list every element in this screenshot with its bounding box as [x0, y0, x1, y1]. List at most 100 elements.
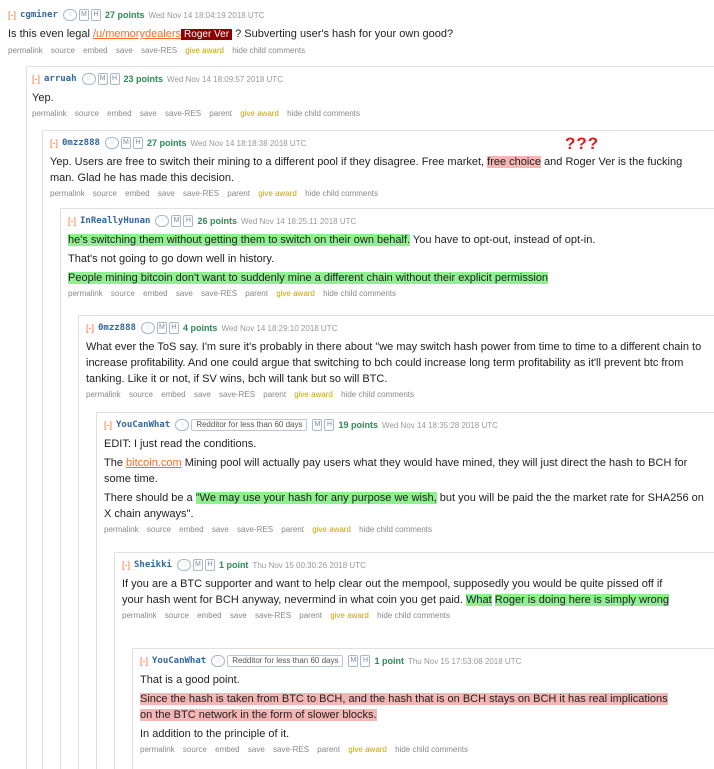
give-award-link[interactable]: give award: [185, 46, 224, 55]
give-award-link[interactable]: give award: [348, 745, 387, 754]
save-res-link[interactable]: save-RES: [255, 611, 291, 620]
hide-child-link[interactable]: hide child comments: [323, 289, 396, 298]
history-icon[interactable]: H: [324, 419, 335, 431]
collapse-toggle[interactable]: [-]: [50, 138, 58, 148]
hide-child-link[interactable]: hide child comments: [232, 46, 305, 55]
permalink-link[interactable]: permalink: [140, 745, 175, 754]
parent-link[interactable]: parent: [299, 611, 322, 620]
save-link[interactable]: save: [230, 611, 247, 620]
message-icon[interactable]: M: [348, 655, 359, 667]
save-res-link[interactable]: save-RES: [219, 390, 255, 399]
history-icon[interactable]: H: [183, 215, 194, 227]
hide-child-link[interactable]: hide child comments: [377, 611, 450, 620]
source-link[interactable]: source: [93, 189, 117, 198]
parent-link[interactable]: parent: [245, 289, 268, 298]
history-icon[interactable]: H: [360, 655, 371, 667]
chat-icon[interactable]: ◌: [155, 215, 170, 227]
author-link[interactable]: arruah: [44, 74, 77, 84]
source-link[interactable]: source: [165, 611, 189, 620]
save-res-link[interactable]: save-RES: [141, 46, 177, 55]
parent-link[interactable]: parent: [209, 109, 232, 118]
permalink-link[interactable]: permalink: [32, 109, 67, 118]
save-res-link[interactable]: save-RES: [237, 525, 273, 534]
give-award-link[interactable]: give award: [240, 109, 279, 118]
collapse-toggle[interactable]: [-]: [122, 560, 130, 570]
give-award-link[interactable]: give award: [258, 189, 297, 198]
message-icon[interactable]: M: [78, 9, 89, 21]
save-res-link[interactable]: save-RES: [201, 289, 237, 298]
save-res-link[interactable]: save-RES: [165, 109, 201, 118]
parent-link[interactable]: parent: [227, 189, 250, 198]
collapse-toggle[interactable]: [-]: [8, 10, 16, 20]
history-icon[interactable]: H: [204, 559, 215, 571]
message-icon[interactable]: M: [97, 73, 108, 85]
embed-link[interactable]: embed: [179, 525, 203, 534]
history-icon[interactable]: H: [109, 73, 120, 85]
embed-link[interactable]: embed: [197, 611, 221, 620]
collapse-toggle[interactable]: [-]: [104, 420, 112, 430]
chat-icon[interactable]: ◌: [176, 559, 191, 571]
parent-link[interactable]: parent: [263, 390, 286, 399]
chat-icon[interactable]: ◌: [140, 322, 155, 334]
source-link[interactable]: source: [75, 109, 99, 118]
save-link[interactable]: save: [248, 745, 265, 754]
author-link[interactable]: InReallyHunan: [80, 216, 150, 226]
history-icon[interactable]: H: [132, 137, 143, 149]
author-link[interactable]: YouCanWhat: [116, 420, 170, 430]
user-mention-link[interactable]: /u/memorydealers: [93, 28, 181, 40]
collapse-toggle[interactable]: [-]: [32, 74, 40, 84]
message-icon[interactable]: M: [171, 215, 182, 227]
message-icon[interactable]: M: [312, 419, 323, 431]
give-award-link[interactable]: give award: [294, 390, 333, 399]
message-icon[interactable]: M: [120, 137, 131, 149]
embed-link[interactable]: embed: [143, 289, 167, 298]
permalink-link[interactable]: permalink: [104, 525, 139, 534]
save-link[interactable]: save: [194, 390, 211, 399]
author-link[interactable]: YouCanWhat: [152, 656, 206, 666]
hide-child-link[interactable]: hide child comments: [305, 189, 378, 198]
message-icon[interactable]: M: [192, 559, 203, 571]
save-link[interactable]: save: [140, 109, 157, 118]
hide-child-link[interactable]: hide child comments: [287, 109, 360, 118]
save-link[interactable]: save: [212, 525, 229, 534]
permalink-link[interactable]: permalink: [68, 289, 103, 298]
hide-child-link[interactable]: hide child comments: [359, 525, 432, 534]
message-icon[interactable]: M: [156, 322, 167, 334]
source-link[interactable]: source: [129, 390, 153, 399]
save-res-link[interactable]: save-RES: [273, 745, 309, 754]
author-link[interactable]: Sheikki: [134, 560, 172, 570]
save-res-link[interactable]: save-RES: [183, 189, 219, 198]
source-link[interactable]: source: [147, 525, 171, 534]
embed-link[interactable]: embed: [107, 109, 131, 118]
parent-link[interactable]: parent: [317, 745, 340, 754]
permalink-link[interactable]: permalink: [8, 46, 43, 55]
give-award-link[interactable]: give award: [330, 611, 369, 620]
source-link[interactable]: source: [183, 745, 207, 754]
save-link[interactable]: save: [116, 46, 133, 55]
embed-link[interactable]: embed: [215, 745, 239, 754]
history-icon[interactable]: H: [90, 9, 101, 21]
give-award-link[interactable]: give award: [276, 289, 315, 298]
author-link[interactable]: 0mzz888: [62, 138, 100, 148]
permalink-link[interactable]: permalink: [86, 390, 121, 399]
author-link[interactable]: 0mzz888: [98, 323, 136, 333]
chat-icon[interactable]: ◌: [175, 419, 190, 431]
source-link[interactable]: source: [51, 46, 75, 55]
permalink-link[interactable]: permalink: [50, 189, 85, 198]
chat-icon[interactable]: ◌: [81, 73, 96, 85]
collapse-toggle[interactable]: [-]: [86, 323, 94, 333]
source-link[interactable]: source: [111, 289, 135, 298]
author-link[interactable]: cgminer: [20, 10, 58, 20]
save-link[interactable]: save: [158, 189, 175, 198]
external-link[interactable]: bitcoin.com: [126, 457, 182, 469]
embed-link[interactable]: embed: [125, 189, 149, 198]
hide-child-link[interactable]: hide child comments: [341, 390, 414, 399]
permalink-link[interactable]: permalink: [122, 611, 157, 620]
chat-icon[interactable]: ◌: [62, 9, 77, 21]
collapse-toggle[interactable]: [-]: [140, 656, 148, 666]
give-award-link[interactable]: give award: [312, 525, 351, 534]
history-icon[interactable]: H: [168, 322, 179, 334]
parent-link[interactable]: parent: [281, 525, 304, 534]
chat-icon[interactable]: ◌: [211, 655, 226, 667]
hide-child-link[interactable]: hide child comments: [395, 745, 468, 754]
